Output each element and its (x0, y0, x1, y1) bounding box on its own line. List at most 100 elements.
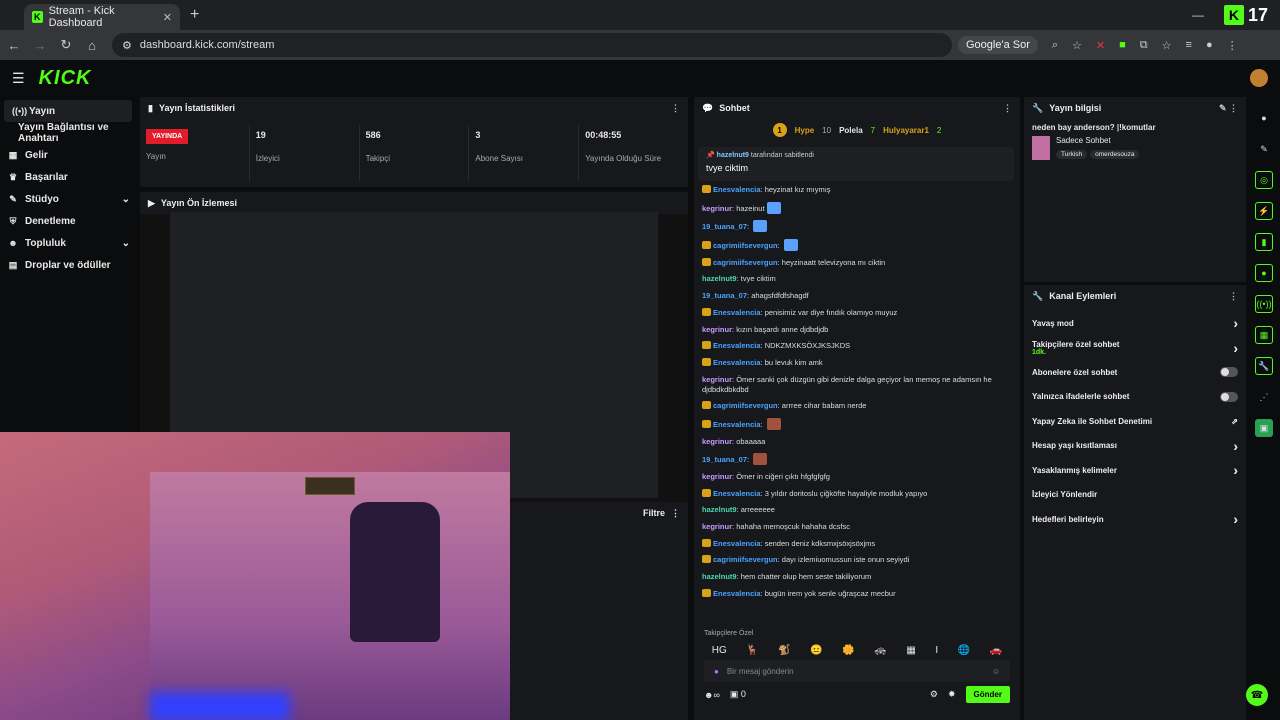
chevron-right-icon[interactable]: › (1233, 438, 1238, 454)
plugin-icon[interactable]: ▣ (1255, 419, 1273, 437)
chevron-right-icon[interactable]: › (1233, 315, 1238, 331)
chat-username[interactable]: cagrimiifsevergun (713, 241, 778, 250)
chat-username[interactable]: hazelnut9 (702, 505, 737, 514)
chat-username[interactable]: Enesvalencia (713, 420, 761, 429)
chevron-right-icon[interactable]: › (1233, 462, 1238, 478)
chat-username[interactable]: hazelnut9 (702, 572, 737, 581)
chat-username[interactable]: kegrinur (702, 325, 732, 334)
avatar[interactable] (1250, 69, 1268, 87)
extension-icon[interactable]: ✕ (1096, 39, 1105, 52)
sidebar-item-stream-key[interactable]: Yayın Bağlantısı ve Anahtarı (0, 122, 138, 144)
emote-icon[interactable]: 🦌 (746, 645, 758, 656)
mic-icon[interactable]: ● (714, 667, 719, 676)
badge-settings-icon[interactable]: ✸ (948, 689, 956, 700)
chat-username[interactable]: Enesvalencia (713, 539, 761, 548)
chat-username[interactable]: kegrinur (702, 375, 732, 384)
info-icon[interactable]: ● (1255, 109, 1273, 127)
toggle-switch[interactable] (1220, 391, 1238, 402)
chat-username[interactable]: cagrimiifsevergun (713, 555, 778, 564)
settings-gear-icon[interactable]: ⚙ (930, 689, 938, 700)
sidebar-item-gelir[interactable]: ▦ Gelir (0, 144, 138, 166)
chat-username[interactable]: Enesvalencia (713, 308, 761, 317)
channel-action-item[interactable]: İzleyici Yönlendir (1024, 483, 1246, 508)
sidebar-item-studyo[interactable]: ✎ Stüdyo ⌄ (0, 188, 138, 210)
emote-icon[interactable]: 😐 (810, 645, 822, 656)
emote-icon[interactable]: 🐒 (778, 645, 790, 656)
reload-icon[interactable]: ↻ (54, 37, 78, 53)
sidebar-item-yayin[interactable]: ((•)) Yayın (4, 100, 132, 122)
zoom-icon[interactable]: ⌕ (1052, 39, 1058, 52)
emoji-icon[interactable]: ☺ (992, 667, 1000, 676)
chat-username[interactable]: kegrinur (702, 472, 732, 481)
hype-train[interactable]: 1 Hype 10 Polela 7 Hulyayarar1 2 (694, 123, 1020, 137)
toggle-switch[interactable] (1220, 367, 1238, 378)
file-icon[interactable]: ▮ (1255, 233, 1273, 251)
kick-extension-icon[interactable]: ■ (1119, 39, 1126, 51)
chat-username[interactable]: cagrimiifsevergun (713, 401, 778, 410)
channel-action-item[interactable]: Hesap yaşı kısıtlaması › (1024, 434, 1246, 459)
people-icon[interactable]: ⋰ (1255, 388, 1273, 406)
chevron-right-icon[interactable]: › (1233, 511, 1238, 527)
emote-icon[interactable]: 🌼 (842, 645, 854, 656)
chat-username[interactable]: hazelnut9 (702, 274, 737, 283)
chevron-right-icon[interactable]: › (1233, 340, 1238, 356)
chat-username[interactable]: kegrinur (702, 522, 732, 531)
chat-username[interactable]: Enesvalencia (713, 341, 761, 350)
bookmarks-icon[interactable]: ☆ (1162, 39, 1172, 52)
reading-list-icon[interactable]: ≡ (1186, 39, 1192, 51)
chat-username[interactable]: 19_tuana_07 (702, 222, 747, 231)
puzzle-icon[interactable]: ⧉ (1140, 39, 1148, 52)
new-tab-icon[interactable]: + (190, 6, 199, 24)
more-options-icon[interactable]: ⋮ (1229, 291, 1238, 302)
emote-icon[interactable]: HG (712, 645, 727, 656)
edit-icon[interactable]: ✎ (1255, 140, 1273, 158)
chat-username[interactable]: kegrinur (702, 437, 732, 446)
sidebar-item-droplar[interactable]: ▤ Droplar ve ödüller (0, 254, 138, 276)
more-options-icon[interactable]: ⋮ (671, 508, 680, 519)
calendar-icon[interactable]: ▦ (1255, 326, 1273, 344)
support-button[interactable]: ☎ (1246, 684, 1268, 706)
emote-icon[interactable]: 🚗 (990, 645, 1002, 656)
sidebar-item-denetleme[interactable]: ⛨ Denetleme (0, 210, 138, 232)
chat-username[interactable]: 19_tuana_07 (702, 291, 747, 300)
minimize-icon[interactable]: — (1192, 8, 1204, 22)
emote-icon[interactable]: 🚓 (874, 645, 886, 656)
sidebar-item-basarilar[interactable]: ♛ Başarılar (0, 166, 138, 188)
chat-username[interactable]: cagrimiifsevergun (713, 258, 778, 267)
menu-icon[interactable]: ⋮ (1227, 39, 1238, 52)
channel-action-item[interactable]: Yalnızca ifadelerle sohbet (1024, 385, 1246, 410)
site-info-icon[interactable]: ⚙ (122, 39, 132, 52)
sidebar-item-topluluk[interactable]: ☻ Topluluk ⌄ (0, 232, 138, 254)
chat-input[interactable]: ● Bir mesaj gönderin ☺ (704, 660, 1010, 682)
pinned-message[interactable]: 📌 hazelnut9 tarafından sabitlendi tvye c… (698, 147, 1014, 181)
kick-logo[interactable]: KICK (39, 67, 92, 90)
chat-username[interactable]: Enesvalencia (713, 358, 761, 367)
more-options-icon[interactable]: ⋮ (671, 103, 680, 114)
chat-username[interactable]: Enesvalencia (713, 185, 761, 194)
kick-extension-counter[interactable]: K 17 (1223, 5, 1268, 26)
channel-action-item[interactable]: Hedefleri belirleyin › (1024, 507, 1246, 532)
chat-username[interactable]: Enesvalencia (713, 589, 761, 598)
broadcast-icon[interactable]: ((•)) (1255, 295, 1273, 313)
chat-message-list[interactable]: Enesvalencia: heyzinat kız mıymış kegrinu… (694, 181, 1020, 599)
chat-username[interactable]: 19_tuana_07 (702, 455, 747, 464)
profile-icon[interactable]: ● (1206, 39, 1213, 51)
bookmark-star-icon[interactable]: ☆ (1072, 39, 1082, 52)
channel-action-item[interactable]: Takipçilere özel sohbet 1dk. › (1024, 336, 1246, 361)
bolt-icon[interactable]: ⚡ (1255, 202, 1273, 220)
google-sor-button[interactable]: Google'a Sor (958, 36, 1038, 54)
chat-username[interactable]: Enesvalencia (713, 489, 761, 498)
target-icon[interactable]: ◎ (1255, 171, 1273, 189)
channel-action-item[interactable]: Yasaklanmış kelimeler › (1024, 458, 1246, 483)
wrench-icon[interactable]: 🔧 (1255, 357, 1273, 375)
hamburger-menu-icon[interactable]: ☰ (12, 70, 25, 87)
channel-action-item[interactable]: Yavaş mod › (1024, 311, 1246, 336)
users-icon[interactable]: ☻∞ (704, 690, 720, 700)
chat-username[interactable]: kegrinur (702, 204, 732, 213)
browser-tab[interactable]: K Stream - Kick Dashboard ✕ (24, 4, 180, 30)
channel-action-item[interactable]: Abonelere özel sohbet (1024, 360, 1246, 385)
forward-icon[interactable]: → (28, 38, 52, 53)
channel-action-item[interactable]: Yapay Zeka ile Sohbet Denetimi ⇗ (1024, 409, 1246, 434)
chat-bubble-icon[interactable]: ● (1255, 264, 1273, 282)
send-button[interactable]: Gönder (965, 686, 1010, 703)
